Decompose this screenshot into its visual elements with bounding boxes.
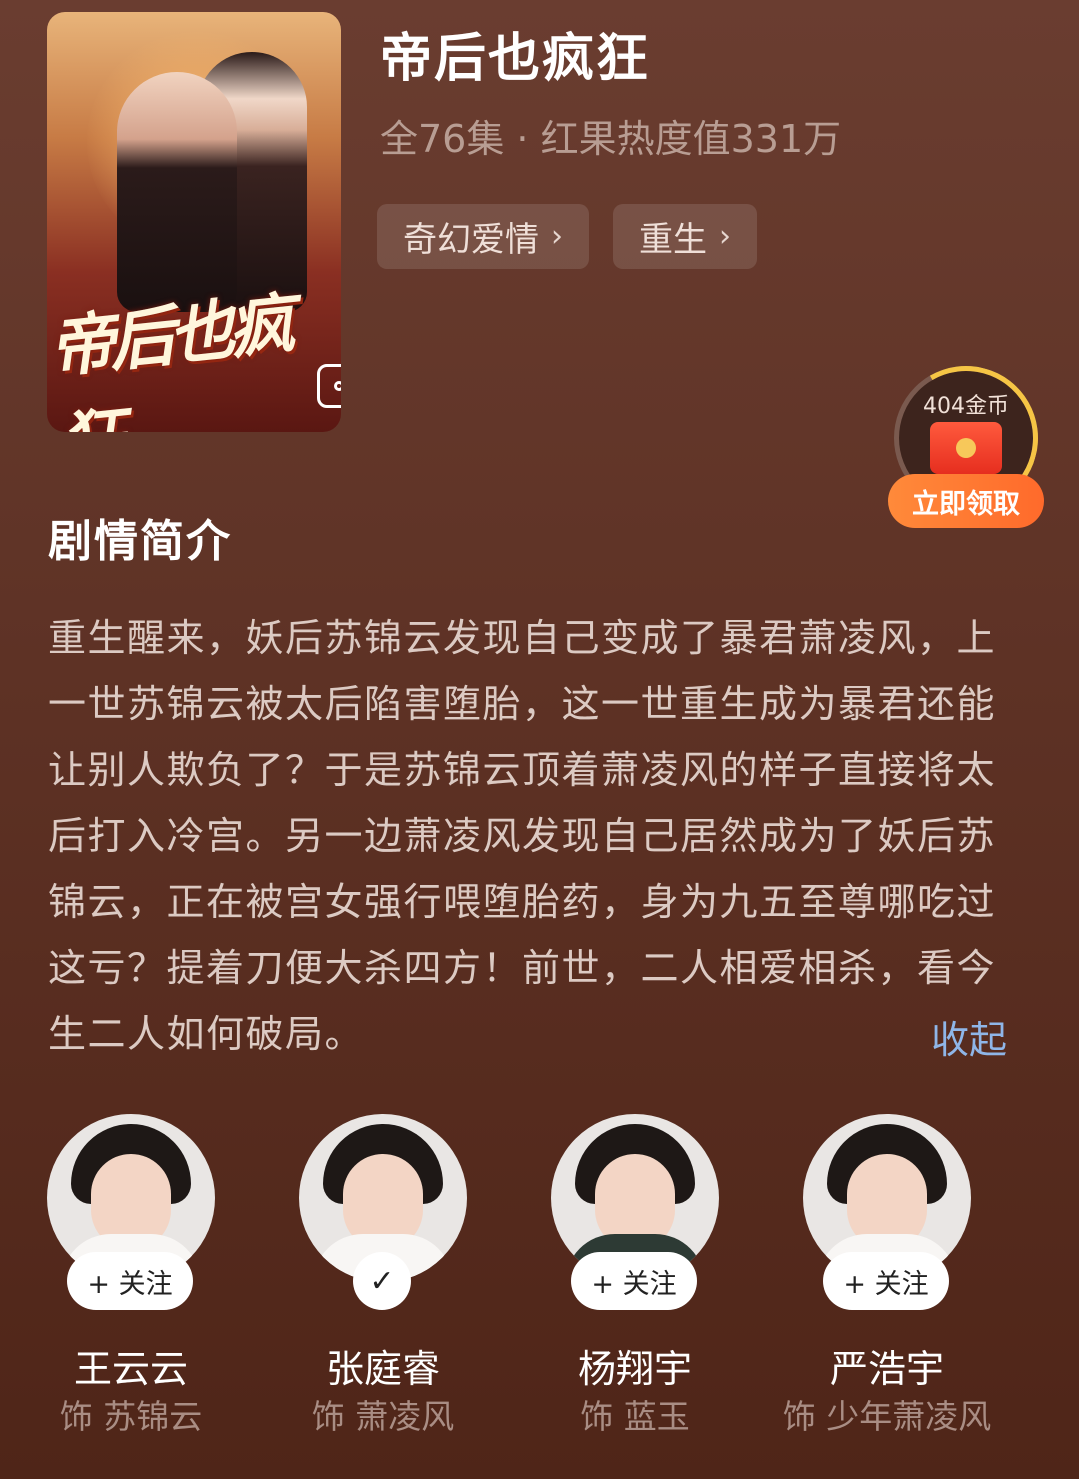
tag-label: 奇幻爱情 xyxy=(403,220,539,260)
red-envelope-icon xyxy=(930,422,1002,474)
genre-tags: 奇幻爱情 › 重生 › xyxy=(377,204,757,269)
poster-figure-female xyxy=(117,72,237,312)
envelope-seal xyxy=(956,438,976,458)
gallery-icon[interactable] xyxy=(317,364,341,408)
actor-name: 张庭睿 xyxy=(325,1347,440,1391)
coin-reward-widget[interactable]: 404金币 立即领取 xyxy=(877,349,1055,528)
tag-fantasy-romance[interactable]: 奇幻爱情 › xyxy=(377,204,589,269)
actor-role: 饰 少年萧凌风 xyxy=(782,1397,992,1436)
actor-name: 王云云 xyxy=(73,1347,188,1391)
claim-button[interactable]: 立即领取 xyxy=(888,474,1044,528)
chevron-right-icon: › xyxy=(719,219,731,254)
tag-rebirth[interactable]: 重生 › xyxy=(613,204,757,269)
coin-amount: 404金币 xyxy=(923,394,1009,419)
tag-label: 重生 xyxy=(639,220,707,260)
actor-name: 严浩宇 xyxy=(829,1347,944,1391)
synopsis-heading: 剧情简介 xyxy=(48,516,232,567)
follow-button[interactable]: + 关注 xyxy=(571,1252,697,1310)
follow-button[interactable]: + 关注 xyxy=(67,1252,193,1310)
drama-poster[interactable]: 帝后也疯狂 xyxy=(47,12,341,432)
gallery-icon-dot xyxy=(334,381,341,391)
actor-role: 饰 苏锦云 xyxy=(59,1397,203,1436)
cast-list: + 关注 王云云 饰 苏锦云 ✓ 张庭睿 饰 萧凌风 + 关注 杨翔宇 饰 蓝玉… xyxy=(0,1114,1079,1444)
poster-title-art: 帝后也疯狂 xyxy=(47,284,293,432)
drama-meta: 全76集 · 红果热度值331万 xyxy=(380,117,842,161)
actor-role: 饰 萧凌风 xyxy=(311,1397,455,1436)
followed-check-icon[interactable]: ✓ xyxy=(353,1252,411,1310)
actor-name: 杨翔宇 xyxy=(577,1347,692,1391)
drama-title: 帝后也疯狂 xyxy=(380,29,651,89)
collapse-button[interactable]: 收起 xyxy=(931,1009,1007,1064)
actor-role: 饰 蓝玉 xyxy=(580,1397,690,1436)
synopsis-text: 重生醒来，妖后苏锦云发现自己变成了暴君萧凌风，上一世苏锦云被太后陷害堕胎，这一世… xyxy=(48,616,997,1056)
chevron-right-icon: › xyxy=(551,219,563,254)
follow-button[interactable]: + 关注 xyxy=(823,1252,949,1310)
